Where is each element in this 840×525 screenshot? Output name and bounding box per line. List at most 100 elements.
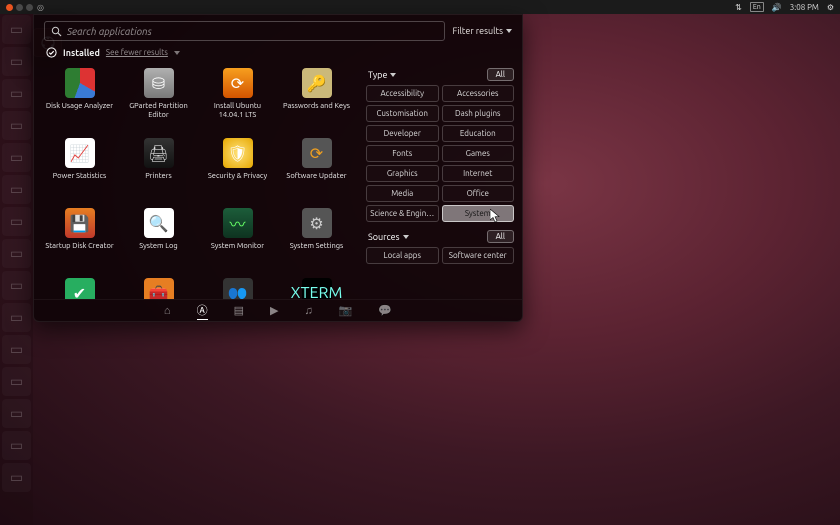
- app-item[interactable]: 👥: [198, 274, 277, 299]
- app-item[interactable]: 🖨 Printers: [119, 134, 198, 204]
- system-tray: ⇅ En 🔊 3:08 PM ⚙: [735, 2, 834, 12]
- app-icon: ✔: [65, 278, 95, 299]
- app-item[interactable]: ⛁ GParted Partition Editor: [119, 64, 198, 134]
- see-fewer-link[interactable]: See fewer results: [106, 48, 168, 57]
- dash: Filter results Installed See fewer resul…: [33, 14, 523, 322]
- window-controls: [6, 4, 33, 11]
- filter-results-toggle[interactable]: Filter results: [453, 26, 512, 36]
- app-label: Power Statistics: [53, 172, 107, 181]
- clock[interactable]: 3:08 PM: [790, 3, 819, 12]
- app-item[interactable]: 📈 Power Statistics: [40, 134, 119, 204]
- app-item[interactable]: ⟳ Software Updater: [277, 134, 356, 204]
- filter-type-option[interactable]: Graphics: [366, 165, 439, 182]
- system-gear-icon[interactable]: ⚙: [827, 3, 834, 12]
- launcher-item[interactable]: ▭: [2, 79, 31, 108]
- chevron-down-icon: [174, 51, 180, 55]
- filter-type-option[interactable]: Office: [442, 185, 515, 202]
- launcher-item[interactable]: ▭: [2, 207, 31, 236]
- app-label: Passwords and Keys: [283, 102, 350, 111]
- launcher-item[interactable]: ▭: [2, 143, 31, 172]
- lens-music[interactable]: ♫: [304, 305, 312, 317]
- app-item[interactable]: 🛡 Security & Privacy: [198, 134, 277, 204]
- app-label: Printers: [145, 172, 172, 181]
- launcher: ▭ ▭ ▭ ▭ ▭ ▭ ▭ ▭ ▭ ▭ ▭ ▭ ▭ ▭ ▭: [0, 14, 33, 525]
- app-item[interactable]: ⚙System Settings: [277, 204, 356, 274]
- app-item[interactable]: 💾Startup Disk Creator: [40, 204, 119, 274]
- app-item[interactable]: Disk Usage Analyzer: [40, 64, 119, 134]
- search-field[interactable]: [44, 21, 445, 41]
- launcher-item[interactable]: ▭: [2, 15, 31, 44]
- installed-section-header[interactable]: Installed See fewer results: [34, 45, 522, 60]
- filter-sources-all-button[interactable]: All: [487, 230, 514, 243]
- filter-type-option[interactable]: Developer: [366, 125, 439, 142]
- launcher-item[interactable]: ▭: [2, 111, 31, 140]
- launcher-item[interactable]: ▭: [2, 271, 31, 300]
- installed-label: Installed: [63, 48, 100, 58]
- filter-type-header[interactable]: Type All: [368, 68, 514, 81]
- keyboard-layout-indicator[interactable]: En: [750, 2, 764, 12]
- app-icon: 🛡: [223, 138, 253, 168]
- app-label: GParted Partition Editor: [123, 102, 195, 120]
- app-item[interactable]: ✔: [40, 274, 119, 299]
- app-item[interactable]: ⟳ Install Ubuntu 14.04.1 LTS: [198, 64, 277, 134]
- filter-type-option[interactable]: System: [442, 205, 515, 222]
- filter-type-option[interactable]: Science & Engin…: [366, 205, 439, 222]
- filter-type-option[interactable]: Education: [442, 125, 515, 142]
- lens-photos[interactable]: 📷: [339, 304, 353, 317]
- filter-type-all-button[interactable]: All: [487, 68, 514, 81]
- app-label: Install Ubuntu 14.04.1 LTS: [202, 102, 274, 120]
- filter-type-option[interactable]: Accessibility: [366, 85, 439, 102]
- filter-type-option[interactable]: Games: [442, 145, 515, 162]
- app-icon: ⛁: [144, 68, 174, 98]
- filter-type-option[interactable]: Customisation: [366, 105, 439, 122]
- lens-bar: ⌂ Ⓐ ▤ ▶ ♫ 📷 💬: [34, 299, 522, 321]
- launcher-item[interactable]: ▭: [2, 303, 31, 332]
- chevron-down-icon: [390, 73, 396, 77]
- app-icon: ⟳: [223, 68, 253, 98]
- app-label: System Settings: [290, 242, 344, 251]
- window-close-button[interactable]: [6, 4, 13, 11]
- app-item[interactable]: 〰System Monitor: [198, 204, 277, 274]
- launcher-item[interactable]: ▭: [2, 175, 31, 204]
- app-icon: [65, 68, 95, 98]
- launcher-item[interactable]: ▭: [2, 463, 31, 492]
- app-item[interactable]: 🔍System Log: [119, 204, 198, 274]
- filter-sources-option[interactable]: Software center: [442, 247, 515, 264]
- sound-icon[interactable]: 🔊: [772, 3, 782, 12]
- filter-type-option[interactable]: Internet: [442, 165, 515, 182]
- launcher-item[interactable]: ▭: [2, 367, 31, 396]
- lens-video[interactable]: ▶: [270, 304, 278, 317]
- lens-social[interactable]: 💬: [378, 304, 392, 317]
- app-icon: 📈: [65, 138, 95, 168]
- lens-home[interactable]: ⌂: [164, 305, 171, 317]
- lens-applications[interactable]: Ⓐ: [197, 302, 208, 320]
- launcher-item[interactable]: ▭: [2, 431, 31, 460]
- app-icon: ⟳: [302, 138, 332, 168]
- app-icon: 🖨: [144, 138, 174, 168]
- search-input[interactable]: [67, 26, 438, 37]
- filter-type-option[interactable]: Dash plugins: [442, 105, 515, 122]
- filter-sources-option[interactable]: Local apps: [366, 247, 439, 264]
- filter-results-label: Filter results: [453, 26, 503, 36]
- app-item[interactable]: XTERM: [277, 274, 356, 299]
- launcher-item[interactable]: ▭: [2, 47, 31, 76]
- app-icon: 🔍: [144, 208, 174, 238]
- launcher-item[interactable]: ▭: [2, 399, 31, 428]
- app-label: Disk Usage Analyzer: [46, 102, 113, 111]
- filter-type-option[interactable]: Media: [366, 185, 439, 202]
- app-icon: 〰: [223, 208, 253, 238]
- app-label: Software Updater: [286, 172, 346, 181]
- window-minimize-button[interactable]: [16, 4, 23, 11]
- app-item[interactable]: 🧰: [119, 274, 198, 299]
- filter-type-option[interactable]: Accessories: [442, 85, 515, 102]
- window-maximize-button[interactable]: [26, 4, 33, 11]
- app-label: Security & Privacy: [208, 172, 267, 181]
- app-icon: XTERM: [302, 278, 332, 299]
- lens-files[interactable]: ▤: [234, 304, 244, 317]
- launcher-item[interactable]: ▭: [2, 335, 31, 364]
- network-icon[interactable]: ⇅: [735, 3, 742, 12]
- launcher-item[interactable]: ▭: [2, 239, 31, 268]
- filter-type-option[interactable]: Fonts: [366, 145, 439, 162]
- app-item[interactable]: 🔑Passwords and Keys: [277, 64, 356, 134]
- filter-sources-header[interactable]: Sources All: [368, 230, 514, 243]
